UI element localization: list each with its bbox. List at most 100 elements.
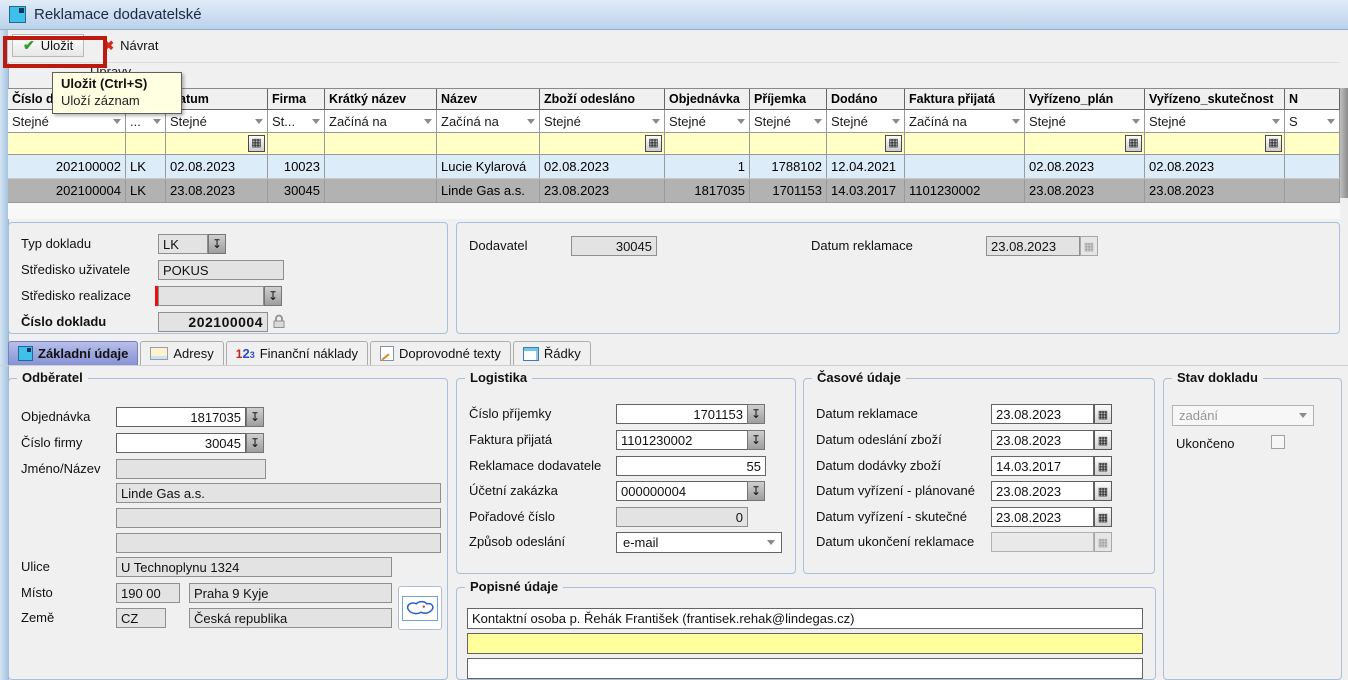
company-name-input xyxy=(116,508,441,528)
calendar-button: ▦ xyxy=(1094,532,1112,552)
column-header[interactable]: Zboží odesláno xyxy=(540,89,665,109)
dropdown-arrow-icon[interactable]: ↧ xyxy=(264,286,282,306)
date-input[interactable]: 23.08.2023 xyxy=(991,430,1094,450)
field-label: Typ dokladu xyxy=(21,236,91,251)
map-button[interactable] xyxy=(398,586,442,630)
calendar-button[interactable]: ▦ xyxy=(248,135,265,152)
date-input[interactable]: 23.08.2023 xyxy=(991,507,1094,527)
filter-value-input[interactable] xyxy=(8,133,126,154)
accounting-order-input[interactable]: 000000004 xyxy=(616,481,748,501)
filter-value-input[interactable] xyxy=(750,133,827,154)
column-header[interactable]: Faktura přijatá xyxy=(905,89,1025,109)
date-input[interactable]: 23.08.2023 xyxy=(991,481,1094,501)
chevron-down-icon xyxy=(814,119,822,124)
grid-cell: 202100004 xyxy=(8,179,126,202)
filter-value-input[interactable] xyxy=(1285,133,1340,154)
column-header[interactable]: Název xyxy=(437,89,540,109)
calendar-button[interactable]: ▦ xyxy=(645,135,662,152)
column-header[interactable]: Vyřízeno_skutečnost xyxy=(1145,89,1285,109)
dropdown-arrow-icon[interactable]: ↧ xyxy=(747,481,765,501)
calendar-button[interactable]: ▦ xyxy=(1094,481,1112,501)
column-header[interactable]: Firma xyxy=(268,89,325,109)
receipt-number-input[interactable]: 1701153 xyxy=(616,404,748,424)
filter-operator-select[interactable]: Začíná na xyxy=(437,110,540,132)
tab-radky[interactable]: Řádky xyxy=(513,341,591,366)
filter-value-input[interactable] xyxy=(268,133,325,154)
filter-operator-select[interactable]: St... xyxy=(268,110,325,132)
filter-operator-select[interactable]: Stejné xyxy=(665,110,750,132)
calendar-button[interactable]: ▦ xyxy=(1125,135,1142,152)
filter-value-input[interactable] xyxy=(665,133,750,154)
user-center-input[interactable]: POKUS xyxy=(158,260,284,280)
realization-center-input[interactable] xyxy=(158,286,264,306)
filter-value-input[interactable]: ▦ xyxy=(540,133,665,154)
filter-operator-select[interactable]: Začíná na xyxy=(905,110,1025,132)
supplier-number-input[interactable]: 30045 xyxy=(571,236,657,256)
filter-value-input[interactable] xyxy=(437,133,540,154)
tab-doprovodne-texty[interactable]: Doprovodné texty xyxy=(370,341,511,366)
filter-value-input[interactable]: ▦ xyxy=(1025,133,1145,154)
grid-cell: 202100002 xyxy=(8,155,126,178)
dispatch-method-select[interactable]: e-mail xyxy=(616,532,782,553)
tab-adresy[interactable]: Adresy xyxy=(140,341,223,366)
tab-financni-naklady[interactable]: 123 Finanční náklady xyxy=(226,341,368,366)
dropdown-arrow-icon[interactable]: ↧ xyxy=(246,433,264,453)
filter-value-input[interactable]: ▦ xyxy=(166,133,268,154)
tab-zakladni-udaje[interactable]: Základní údaje xyxy=(8,341,138,366)
filter-operator-select[interactable]: Stejné xyxy=(1025,110,1145,132)
document-state-groupbox: Stav dokladu zadání Ukončeno xyxy=(1163,378,1342,680)
calendar-button[interactable]: ▦ xyxy=(1094,404,1112,424)
order-number-input[interactable]: 1817035 xyxy=(116,407,246,427)
column-header[interactable]: Krátký název xyxy=(325,89,437,109)
name-input xyxy=(116,459,266,479)
note-pencil-icon xyxy=(380,346,394,361)
column-header[interactable]: Objednávka xyxy=(665,89,750,109)
calendar-button[interactable]: ▦ xyxy=(1265,135,1282,152)
column-header[interactable]: Vyřízeno_plán xyxy=(1025,89,1145,109)
finished-checkbox[interactable] xyxy=(1271,435,1285,449)
dropdown-arrow-icon[interactable]: ↧ xyxy=(747,430,765,450)
claim-date-input[interactable]: 23.08.2023 xyxy=(986,236,1080,256)
save-button[interactable]: ✔ Uložit xyxy=(12,34,84,57)
dropdown-arrow-icon[interactable]: ↧ xyxy=(246,407,264,427)
description-input[interactable]: Kontaktní osoba p. Řehák František (fran… xyxy=(467,608,1143,629)
filter-value-input[interactable] xyxy=(325,133,437,154)
dropdown-arrow-icon[interactable]: ↧ xyxy=(747,404,765,424)
calendar-button[interactable]: ▦ xyxy=(885,135,902,152)
filter-operator-select[interactable]: Začíná na xyxy=(325,110,437,132)
calendar-button[interactable]: ▦ xyxy=(1094,456,1112,476)
filter-operator-select[interactable]: S xyxy=(1285,110,1340,132)
column-header[interactable]: Dodáno xyxy=(827,89,905,109)
filter-operator-select[interactable]: Stejné xyxy=(827,110,905,132)
filter-value-input[interactable] xyxy=(126,133,166,154)
description-input[interactable] xyxy=(467,658,1143,679)
grid-scrollbar[interactable] xyxy=(1340,88,1348,198)
table-row[interactable]: 202100002LK02.08.202310023Lucie Kylarová… xyxy=(8,155,1340,179)
filter-operator-value: Stejné xyxy=(831,114,868,129)
column-header[interactable]: N xyxy=(1285,89,1340,109)
doc-type-input[interactable]: LK xyxy=(158,234,208,254)
supplier-claim-input[interactable]: 55 xyxy=(616,456,766,476)
invoice-input[interactable]: 1101230002 xyxy=(616,430,748,450)
filter-value-input[interactable]: ▦ xyxy=(827,133,905,154)
date-input xyxy=(991,532,1094,552)
company-number-input[interactable]: 30045 xyxy=(116,433,246,453)
back-button[interactable]: ✖ Návrat xyxy=(92,34,169,57)
filter-operator-select[interactable]: Stejné xyxy=(540,110,665,132)
calendar-button[interactable]: ▦ xyxy=(1094,430,1112,450)
grid-cell: 23.08.2023 xyxy=(1145,179,1285,202)
form-icon xyxy=(18,346,33,361)
filter-operator-select[interactable]: Stejné xyxy=(1145,110,1285,132)
column-header[interactable]: Příjemka xyxy=(750,89,827,109)
filter-value-input[interactable] xyxy=(905,133,1025,154)
description-input[interactable] xyxy=(467,633,1143,654)
dropdown-arrow-icon[interactable]: ↧ xyxy=(208,234,226,254)
calendar-button[interactable]: ▦ xyxy=(1094,507,1112,527)
filter-operator-select[interactable]: Stejné xyxy=(750,110,827,132)
chevron-down-icon xyxy=(527,119,535,124)
date-input[interactable]: 23.08.2023 xyxy=(991,404,1094,424)
table-row[interactable]: 202100004LK23.08.202330045Linde Gas a.s.… xyxy=(8,179,1340,203)
date-input[interactable]: 14.03.2017 xyxy=(991,456,1094,476)
filter-value-input[interactable]: ▦ xyxy=(1145,133,1285,154)
field-label: Faktura přijatá xyxy=(469,432,552,447)
